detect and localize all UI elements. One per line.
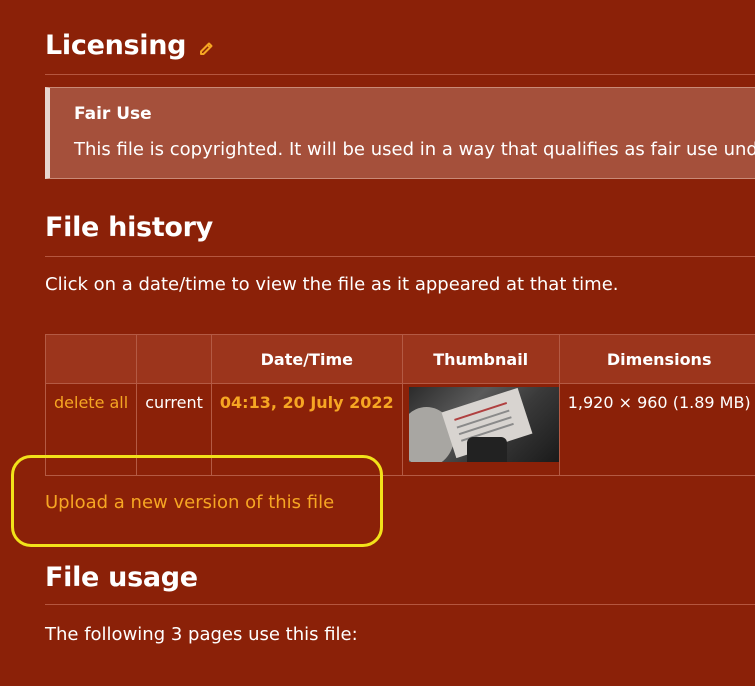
file-usage-description: The following 3 pages use this file: xyxy=(45,624,358,645)
header-status xyxy=(136,334,212,384)
licensing-divider xyxy=(45,74,755,75)
delete-all-link[interactable]: delete all xyxy=(54,393,128,412)
header-action xyxy=(44,334,138,384)
dimensions-text: 1,920 × 960 (1.89 MB) xyxy=(567,393,751,412)
status-text: current xyxy=(145,393,203,412)
file-usage-heading: File usage xyxy=(45,562,198,593)
notice-text: This file is copyrighted. It will be use… xyxy=(74,139,755,160)
datetime-link[interactable]: 04:13, 20 July 2022 xyxy=(220,393,394,412)
cell-dimensions: 1,920 × 960 (1.89 MB) xyxy=(558,383,755,476)
header-thumbnail: Thumbnail xyxy=(401,334,560,384)
notice-title: Fair Use xyxy=(74,104,152,124)
fair-use-notice: Fair Use This file is copyrighted. It wi… xyxy=(45,87,755,179)
file-history-description: Click on a date/time to view the file as… xyxy=(45,274,619,295)
file-history-heading: File history xyxy=(45,212,213,243)
file-history-divider xyxy=(45,256,755,257)
upload-new-version-link[interactable]: Upload a new version of this file xyxy=(45,492,334,513)
cell-thumbnail xyxy=(401,383,560,476)
licensing-heading: Licensing xyxy=(45,30,187,61)
file-thumbnail[interactable] xyxy=(408,387,559,462)
table-header-row: Date/Time Thumbnail Dimensions xyxy=(44,334,755,384)
file-usage-divider xyxy=(45,604,755,605)
header-dimensions: Dimensions xyxy=(558,334,755,384)
pencil-icon[interactable] xyxy=(198,40,216,58)
header-datetime: Date/Time xyxy=(210,334,403,384)
